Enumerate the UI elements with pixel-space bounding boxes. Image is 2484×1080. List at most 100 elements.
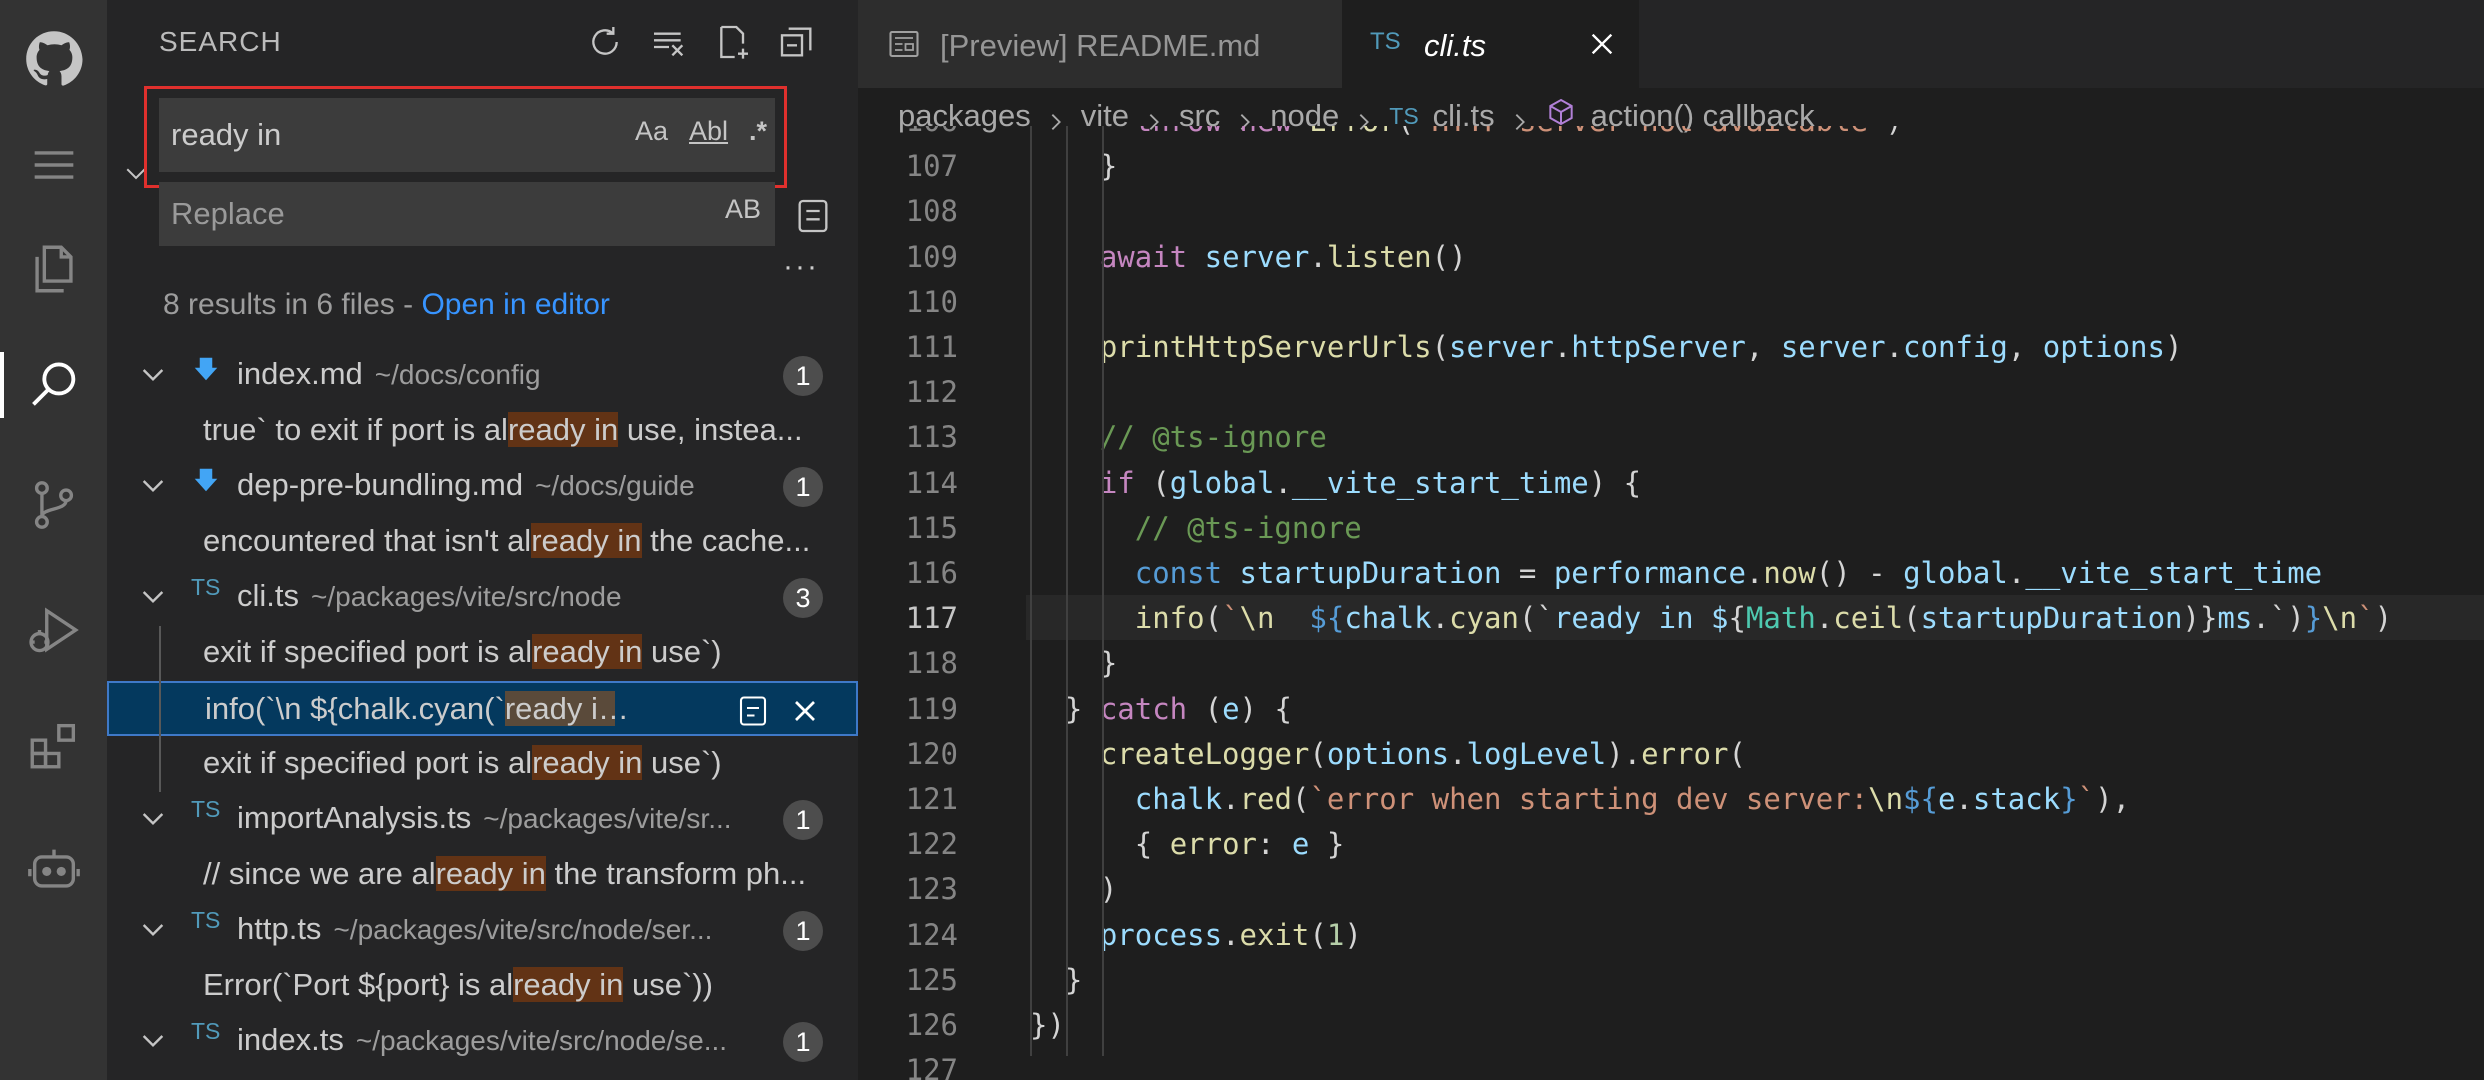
replace-field: AB [159, 182, 775, 246]
match-text: Error(`Port ${port} is already in use`)) [203, 966, 818, 1003]
replace-input[interactable] [171, 192, 621, 236]
code-line[interactable]: 117 info(`\n ${chalk.cyan(`ready in ${Ma… [906, 595, 2484, 641]
file-row[interactable]: TS cli.ts ~/packages/vite/src/node 3 [107, 570, 858, 625]
file-row[interactable]: TS importAnalysis.ts ~/packages/vite/sr...… [107, 792, 858, 847]
search-input[interactable] [171, 112, 621, 158]
collapse-all-icon[interactable] [777, 22, 817, 62]
match-whole-word-toggle[interactable]: Abl [689, 116, 728, 156]
file-name: dep-pre-bundling.md ~/docs/guide [237, 467, 695, 503]
chevron-down-icon[interactable] [121, 158, 151, 188]
match-highlight: ready in [507, 411, 619, 447]
search-match-row[interactable]: // since we are already in the transform… [107, 848, 858, 903]
line-number: 108 [905, 194, 958, 229]
more-actions-icon[interactable]: ··· [783, 250, 819, 284]
tab-label: cli.ts [1424, 28, 1486, 63]
explorer-icon[interactable] [0, 224, 107, 314]
code-text: printHttpServerUrls(server.httpServer, s… [1099, 330, 2183, 364]
dismiss-icon[interactable] [787, 693, 823, 729]
typescript-icon: TS [1370, 28, 1401, 55]
search-match-row[interactable]: exit if specified port is already in use… [107, 626, 858, 681]
code-text: } [1030, 646, 1118, 681]
line-number: 113 [905, 420, 958, 455]
indent-guide [1066, 126, 1068, 1056]
match-suffix: use, instea... [618, 411, 803, 447]
search-icon[interactable] [0, 340, 107, 430]
typescript-icon: TS [191, 1018, 221, 1044]
match-text: exit if specified port is already in use… [203, 633, 818, 670]
tab-cli-ts[interactable]: TS cli.ts [1342, 0, 1639, 88]
extensions-icon[interactable] [0, 700, 107, 790]
file-path: ~/packages/vite/src/node [311, 581, 622, 612]
chevron-down-icon[interactable] [137, 802, 169, 834]
search-match-row[interactable]: info(`\n ${chalk.cyan(`ready in ... [107, 681, 858, 736]
replace-icon[interactable] [735, 693, 771, 729]
typescript-icon: TS [191, 907, 221, 933]
typescript-icon: TS [191, 796, 221, 822]
match-case-toggle[interactable]: Aa [635, 116, 668, 156]
file-path: ~/packages/vite/src/node/se... [355, 1025, 728, 1056]
clear-results-icon[interactable] [649, 22, 689, 62]
match-count-badge: 1 [783, 800, 823, 840]
replace-all-icon[interactable] [793, 196, 833, 236]
chevron-down-icon[interactable] [137, 913, 169, 945]
chevron-down-icon[interactable] [137, 1024, 169, 1056]
code-text: } catch (e) { [1030, 691, 1292, 726]
line-number: 114 [905, 465, 958, 500]
file-name: http.ts ~/packages/vite/src/node/ser... [237, 911, 712, 947]
match-text: exit if specified port is already in use… [203, 744, 818, 781]
search-match-row[interactable]: true` to exit if port is already in use,… [107, 404, 858, 459]
line-number: 117 [905, 601, 958, 636]
use-regex-toggle[interactable]: .* [749, 116, 767, 156]
line-number: 123 [905, 872, 958, 907]
match-count-badge: 1 [783, 356, 823, 396]
match-prefix: // since we are al [203, 855, 436, 891]
line-number: 127 [905, 1053, 958, 1080]
chevron-down-icon[interactable] [137, 358, 169, 390]
line-number: 118 [905, 646, 958, 681]
match-suffix: the cache... [641, 522, 811, 558]
search-sidebar: SEARCH Aa Abl .* AB ··· 8 results in 6 f… [107, 0, 858, 1080]
run-debug-icon[interactable] [0, 585, 107, 675]
match-highlight: ready in [435, 855, 546, 891]
indent-guide [1030, 126, 1032, 1056]
chevron-down-icon[interactable] [137, 469, 169, 501]
match-highlight: ready in [532, 633, 643, 669]
match-count-badge: 3 [783, 578, 823, 618]
code-editor[interactable]: 106 throw new Error('HTTP server not ava… [858, 126, 2484, 1080]
file-name-text: http.ts [237, 911, 322, 946]
search-match-row[interactable]: exit if specified port is already in use… [107, 737, 858, 792]
file-row[interactable]: dep-pre-bundling.md ~/docs/guide 1 [107, 459, 858, 514]
refresh-icon[interactable] [585, 22, 625, 62]
file-row[interactable]: TS index.ts ~/packages/vite/src/node/se...… [107, 1014, 858, 1069]
line-number: 115 [905, 510, 958, 545]
match-text: info(`\n ${chalk.cyan(`ready in ... [205, 691, 635, 727]
github-icon[interactable] [0, 14, 107, 104]
tab-readme-preview[interactable]: [Preview] README.md [858, 0, 1342, 88]
match-highlight: ready in [532, 744, 643, 780]
menu-icon[interactable] [0, 120, 107, 210]
line-number: 111 [905, 330, 958, 364]
open-in-editor-link[interactable]: Open in editor [421, 288, 609, 321]
line-number: 106 [858, 126, 958, 138]
file-row[interactable]: index.md ~/docs/config 1 [107, 348, 858, 403]
file-name-text: index.md [237, 356, 363, 391]
search-field: Aa Abl .* [159, 98, 775, 172]
line-number: 126 [905, 1008, 958, 1042]
match-prefix: encountered that isn't al [203, 522, 532, 558]
code-text: ) [1030, 872, 1118, 907]
preserve-case-toggle[interactable]: AB [725, 194, 761, 234]
line-number: 107 [905, 149, 958, 184]
source-control-icon[interactable] [0, 460, 107, 550]
new-search-editor-icon[interactable] [713, 22, 753, 62]
file-row[interactable]: TS http.ts ~/packages/vite/src/node/ser...… [107, 903, 858, 958]
search-match-row[interactable]: Error(`Port ${port} is already in use`)) [107, 959, 858, 1014]
file-path: ~/docs/config [374, 359, 541, 390]
close-icon[interactable] [1586, 28, 1618, 60]
chevron-right-icon [1045, 105, 1067, 130]
code-text: // @ts-ignore [1030, 420, 1327, 455]
chevron-down-icon[interactable] [137, 580, 169, 612]
search-match-row[interactable]: encountered that isn't already in the ca… [107, 515, 858, 570]
file-path: ~/packages/vite/src/node/ser... [333, 914, 713, 945]
match-suffix: use`)) [623, 966, 713, 1002]
copilot-icon[interactable] [0, 824, 107, 914]
